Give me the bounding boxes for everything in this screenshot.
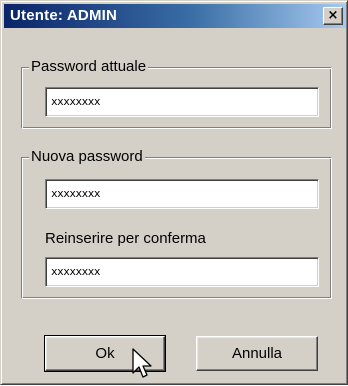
- arrow-pointer-icon: [132, 348, 152, 378]
- new-password-group: Nuova password xxxxxxxx Reinserire per c…: [21, 148, 332, 299]
- title-bar[interactable]: Utente: ADMIN ×: [4, 4, 346, 28]
- password-dialog: Utente: ADMIN × Password attuale xxxxxxx…: [0, 0, 348, 385]
- current-password-label: Password attuale: [29, 58, 149, 75]
- current-password-group: Password attuale xxxxxxxx: [21, 58, 332, 129]
- confirm-password-field[interactable]: xxxxxxxx: [45, 257, 319, 287]
- close-button[interactable]: ×: [323, 7, 343, 25]
- current-password-field[interactable]: xxxxxxxx: [45, 87, 319, 117]
- new-password-field[interactable]: xxxxxxxx: [45, 179, 319, 209]
- close-icon: ×: [327, 8, 339, 23]
- cancel-button[interactable]: Annulla: [196, 336, 318, 371]
- window-title: Utente: ADMIN: [10, 7, 118, 24]
- new-password-label: Nuova password: [29, 148, 145, 165]
- confirm-password-label: Reinserire per conferma: [45, 230, 206, 247]
